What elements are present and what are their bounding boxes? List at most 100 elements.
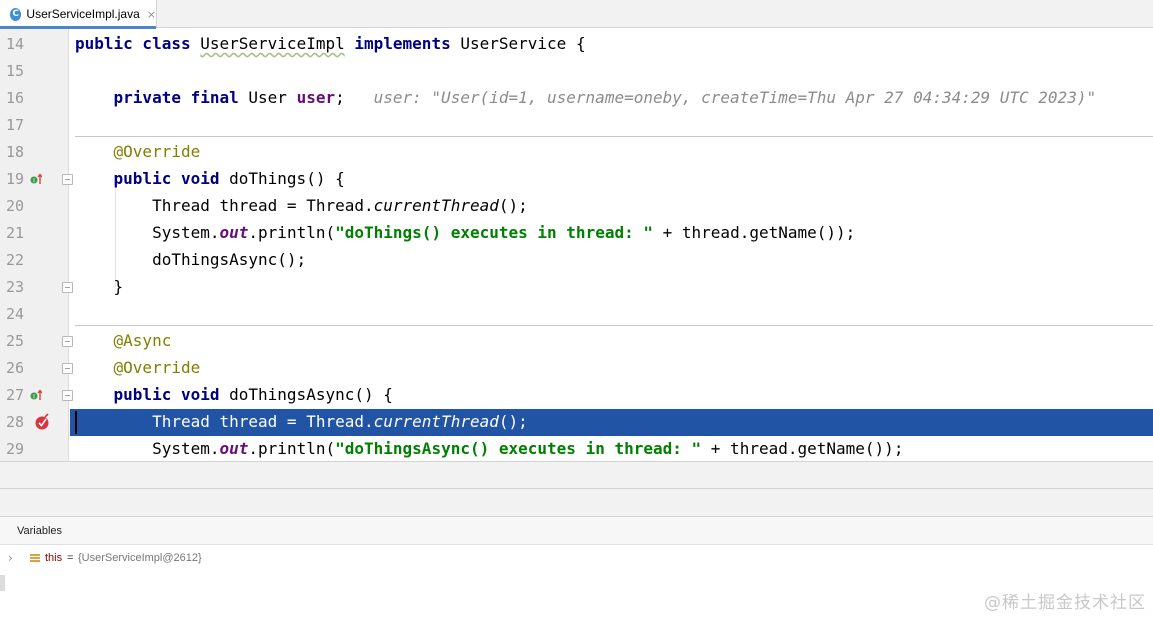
line-number: 18	[6, 143, 25, 161]
code-line[interactable]: doThingsAsync();	[70, 247, 1153, 274]
code-text: Thread thread = Thread.currentThread();	[75, 412, 528, 431]
code-line[interactable]: Thread thread = Thread.currentThread();	[70, 193, 1153, 220]
code-line[interactable]	[70, 301, 1153, 328]
code-token: Thread thread = Thread.	[75, 196, 374, 215]
line-number: 19	[6, 170, 25, 188]
svg-text:I: I	[33, 393, 35, 400]
line-number: 27	[6, 386, 25, 404]
code-token: Thread thread = Thread.	[75, 412, 374, 431]
editor-gutter[interactable]: 14 15 16 17 18 19 I 20 21 22 23 24 25 26 27 I 28 29	[0, 29, 73, 461]
gutter-row[interactable]: 19 I	[0, 166, 73, 193]
code-text: public class UserServiceImpl implements …	[75, 34, 586, 53]
current-execution-line[interactable]: Thread thread = Thread.currentThread();	[70, 409, 1153, 436]
code-token: ;	[335, 88, 374, 107]
code-token: currentThread	[373, 412, 499, 431]
gutter-row[interactable]: 26	[0, 355, 73, 382]
code-token: doThingsAsync() {	[229, 385, 393, 404]
code-text: doThingsAsync();	[75, 250, 306, 269]
code-token: UserService {	[460, 34, 586, 53]
gutter-row[interactable]: 21	[0, 220, 69, 247]
line-number: 22	[6, 251, 25, 269]
code-line[interactable]: public void doThingsAsync() {	[70, 382, 1153, 409]
code-token: @Async	[113, 331, 172, 350]
gutter-row[interactable]: 29	[0, 436, 69, 461]
code-text: System.out.println("doThings() executes …	[75, 223, 855, 242]
gutter-row[interactable]: 23	[0, 274, 73, 301]
code-area[interactable]: public class UserServiceImpl implements …	[70, 29, 1153, 461]
code-token: UserServiceImpl	[200, 34, 345, 53]
code-token: currentThread	[373, 196, 499, 215]
gutter-row[interactable]: 17	[0, 112, 69, 139]
code-line[interactable]: }	[70, 274, 1153, 301]
code-token: public class	[75, 34, 201, 53]
breakpoint-icon[interactable]	[34, 413, 52, 431]
close-icon[interactable]: ×	[147, 8, 156, 21]
gutter-row[interactable]: 16	[0, 85, 69, 112]
code-text: @Override	[75, 358, 201, 377]
gutter-row[interactable]: 14	[0, 31, 69, 58]
code-token: implements	[354, 34, 461, 53]
watermark: @稀土掘金技术社区	[984, 593, 1146, 613]
gutter-row[interactable]: 28	[0, 409, 69, 436]
code-line[interactable]	[70, 112, 1153, 139]
code-line[interactable]: System.out.println("doThings() executes …	[70, 220, 1153, 247]
variables-panel[interactable]: › this = {UserServiceImpl@2612}	[0, 545, 1153, 617]
code-token: "doThingsAsync() executes in thread: "	[335, 439, 702, 458]
debug-toolbar-strip	[0, 461, 1153, 489]
code-token: ();	[498, 196, 528, 215]
code-editor[interactable]: 14 15 16 17 18 19 I 20 21 22 23 24 25 26 27 I 28 29 publi…	[0, 29, 1153, 461]
gutter-row[interactable]: 25	[0, 328, 73, 355]
code-text: Thread thread = Thread.currentThread();	[75, 196, 528, 215]
object-icon	[30, 554, 40, 563]
code-token: "doThings() executes in thread: "	[335, 223, 653, 242]
line-number: 21	[6, 224, 25, 242]
code-token: out	[219, 223, 249, 242]
code-line[interactable]: System.out.println("doThingsAsync() exec…	[70, 436, 1153, 461]
code-token: + thread.getName());	[701, 439, 904, 458]
variable-row[interactable]: › this = {UserServiceImpl@2612}	[0, 548, 600, 568]
implements-method-icon[interactable]: I	[30, 389, 42, 401]
gutter-row[interactable]: 27 I	[0, 382, 73, 409]
line-number: 25	[6, 332, 25, 350]
variable-name: this	[45, 552, 63, 564]
line-number: 15	[6, 62, 25, 80]
code-line[interactable]: private final User user; user: "User(id=…	[70, 85, 1153, 112]
code-line[interactable]: public void doThings() {	[70, 166, 1153, 193]
variable-equals: =	[67, 552, 74, 564]
gutter-row[interactable]: 24	[0, 301, 69, 328]
code-line[interactable]: @Async	[70, 328, 1153, 355]
gutter-row[interactable]: 18	[0, 139, 69, 166]
chevron-right-icon[interactable]: ›	[8, 551, 13, 565]
code-token: public void	[113, 169, 230, 188]
code-text: System.out.println("doThingsAsync() exec…	[75, 439, 903, 458]
code-token: ();	[498, 412, 528, 431]
gutter-row[interactable]: 15	[0, 58, 69, 85]
gutter-row[interactable]: 20	[0, 193, 69, 220]
line-number: 23	[6, 278, 25, 296]
code-token: doThingsAsync();	[75, 250, 307, 269]
gutter-row[interactable]: 22	[0, 247, 69, 274]
code-text: public void doThings() {	[75, 169, 345, 188]
code-token: System.	[75, 223, 220, 242]
line-number: 24	[6, 305, 25, 323]
code-line[interactable]: @Override	[70, 139, 1153, 166]
code-token: + thread.getName());	[653, 223, 856, 242]
code-line[interactable]	[70, 58, 1153, 85]
code-text: @Async	[75, 331, 172, 350]
line-number: 20	[6, 197, 25, 215]
implements-method-icon[interactable]: I	[30, 173, 42, 185]
code-token: @Override	[113, 358, 201, 377]
code-line[interactable]: public class UserServiceImpl implements …	[70, 31, 1153, 58]
code-token: User	[248, 88, 297, 107]
code-line[interactable]: @Override	[70, 355, 1153, 382]
editor-tab[interactable]: C UserServiceImpl.java ×	[0, 0, 157, 29]
line-number: 28	[6, 413, 25, 431]
tab-title: UserServiceImpl.java	[26, 7, 140, 21]
code-token: out	[219, 439, 249, 458]
panel-gap	[0, 489, 1153, 516]
code-token: @Override	[113, 142, 201, 161]
